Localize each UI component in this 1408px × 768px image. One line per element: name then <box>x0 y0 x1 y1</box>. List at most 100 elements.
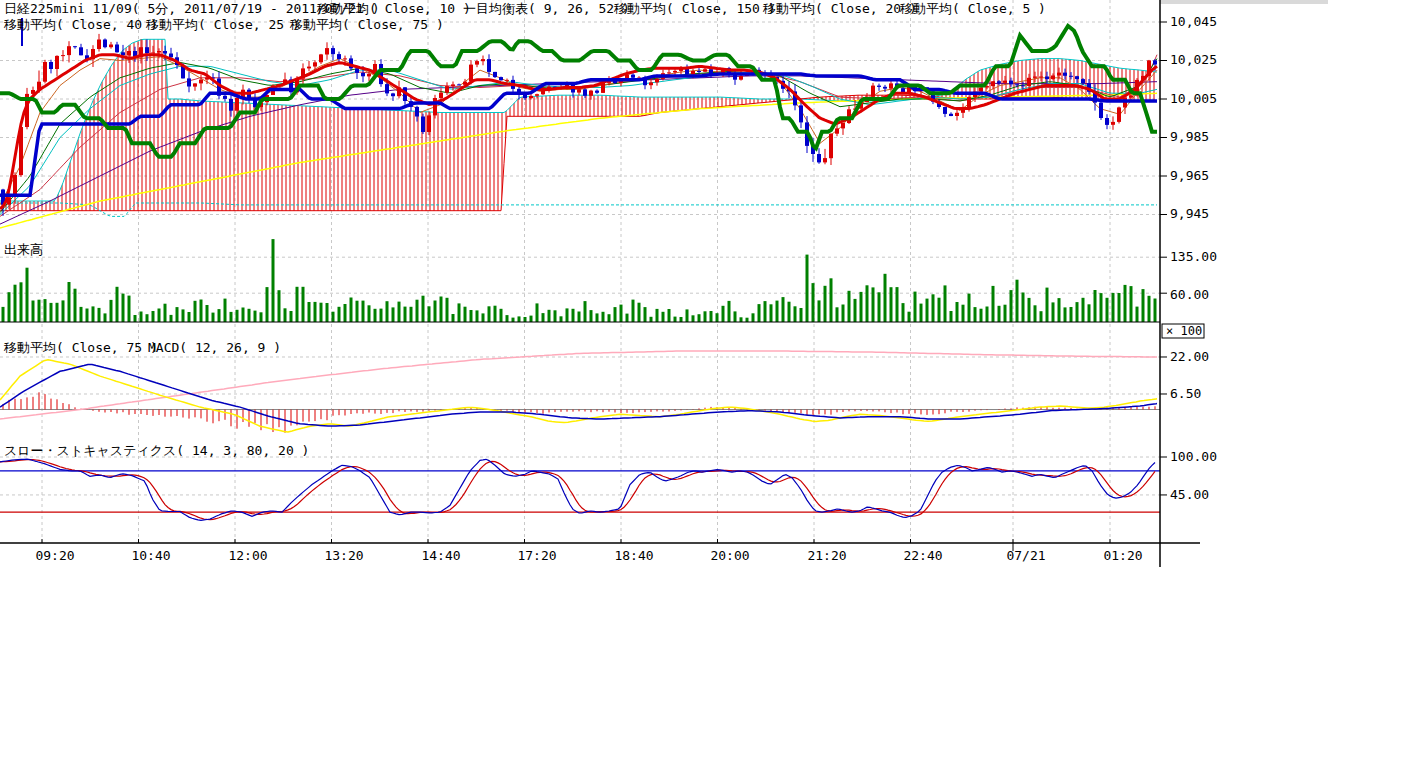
candle-body <box>1057 73 1061 76</box>
volume-bar <box>740 317 743 322</box>
volume-bar <box>854 299 857 322</box>
candle-body <box>115 45 119 53</box>
volume-bar <box>272 239 275 322</box>
volume-bar <box>2 307 5 322</box>
candle-body <box>631 75 635 78</box>
volume-bar <box>602 312 605 322</box>
volume-bar <box>944 285 947 322</box>
volume-bar <box>842 305 845 323</box>
candle-body <box>673 71 677 73</box>
volume-bar <box>350 298 353 323</box>
chart-canvas: 日経225mini 11/09( 5分, 2011/07/19 - 2011/0… <box>0 0 1408 768</box>
price-tick-label: 10,005 <box>1170 91 1217 106</box>
volume-bar <box>338 307 341 322</box>
legend-ma25: 移動平均( Close, 25 ) <box>145 17 300 32</box>
candle-body <box>79 47 83 55</box>
price-tick-label: 10,025 <box>1170 52 1217 67</box>
volume-bar <box>878 292 881 322</box>
volume-bar <box>446 298 449 322</box>
volume-bar <box>1106 298 1109 322</box>
volume-bar <box>1046 288 1049 322</box>
volume-bar <box>1010 290 1013 322</box>
volume-bar <box>440 297 443 323</box>
volume-bar <box>620 305 623 322</box>
candle-body <box>1105 118 1109 125</box>
stoch-k-line <box>0 459 1155 520</box>
time-tick-label: 09:20 <box>35 548 74 563</box>
volume-bar <box>728 301 731 322</box>
volume-bar <box>872 287 875 322</box>
volume-bar <box>416 300 419 322</box>
volume-bar <box>674 317 677 322</box>
volume-bar <box>122 294 125 322</box>
volume-bar <box>158 309 161 323</box>
volume-bar <box>422 296 425 322</box>
volume-bar <box>128 296 131 322</box>
candle-body <box>379 64 383 84</box>
volume-bar <box>248 309 251 322</box>
candle-body <box>877 86 881 87</box>
volume-bar <box>26 268 29 322</box>
candle-body <box>157 51 161 53</box>
volume-bar <box>392 307 395 322</box>
volume-bar <box>626 314 629 322</box>
candle-body <box>391 93 395 96</box>
volume-bar <box>1136 307 1139 322</box>
stoch-axis: 100.00 45.00 <box>1170 449 1217 502</box>
candle-body <box>103 40 107 48</box>
macd-tick-label: 22.00 <box>1170 349 1209 364</box>
volume-bar <box>260 312 263 322</box>
candle-body <box>481 59 485 61</box>
volume-bar <box>206 305 209 322</box>
volume-bar <box>830 278 833 322</box>
volume-bar <box>1022 293 1025 323</box>
candle-body <box>967 97 971 107</box>
candle-body <box>703 69 707 72</box>
macd-ma75-line <box>0 351 1157 419</box>
candle-body <box>325 48 329 54</box>
volume-bar <box>1088 304 1091 322</box>
volume-bar <box>1004 305 1007 322</box>
candle-body <box>1153 60 1157 64</box>
volume-bar <box>1142 289 1145 322</box>
volume-bar <box>1058 298 1061 322</box>
volume-bar <box>56 303 59 322</box>
candle-body <box>595 91 599 93</box>
candle-body <box>73 46 77 47</box>
volume-bar <box>704 311 707 322</box>
volume-bar <box>230 312 233 322</box>
volume-bar <box>866 285 869 322</box>
macd-label: MACD( 12, 26, 9 ) <box>148 340 281 355</box>
candle-body <box>943 107 947 114</box>
volume-axis: 135.00 60.00 <box>1170 249 1217 302</box>
volume-bar <box>104 313 107 322</box>
volume-bar <box>182 309 185 322</box>
macd-signal-line <box>0 365 1157 427</box>
candle-body <box>187 78 191 86</box>
price-axis: 10,045 10,025 10,005 9,985 9,965 9,945 <box>1170 14 1217 221</box>
volume-bar <box>506 315 509 322</box>
candle-body <box>235 98 239 111</box>
macd-axis: 22.00 6.50 <box>1170 349 1209 401</box>
candle-body <box>355 68 359 73</box>
time-tick-label: 10:40 <box>131 548 170 563</box>
volume-bar <box>962 305 965 322</box>
volume-bar <box>404 307 407 322</box>
volume-bar <box>758 304 761 322</box>
candle-body <box>655 79 659 83</box>
candle-body <box>535 94 539 96</box>
volume-bar <box>656 309 659 322</box>
macd-tick-label: 6.50 <box>1170 386 1201 401</box>
volume-bar <box>716 313 719 322</box>
volume-bar <box>836 307 839 322</box>
candle-body <box>955 113 959 116</box>
volume-bar <box>500 309 503 322</box>
volume-bar <box>482 313 485 322</box>
legend-ma75: 移動平均( Close, 75 ) <box>289 17 444 32</box>
volume-bar <box>164 304 167 322</box>
candle-body <box>451 84 455 86</box>
volume-bar <box>344 304 347 322</box>
volume-bar <box>782 297 785 322</box>
volume-bar <box>968 294 971 322</box>
volume-bar <box>464 307 467 322</box>
